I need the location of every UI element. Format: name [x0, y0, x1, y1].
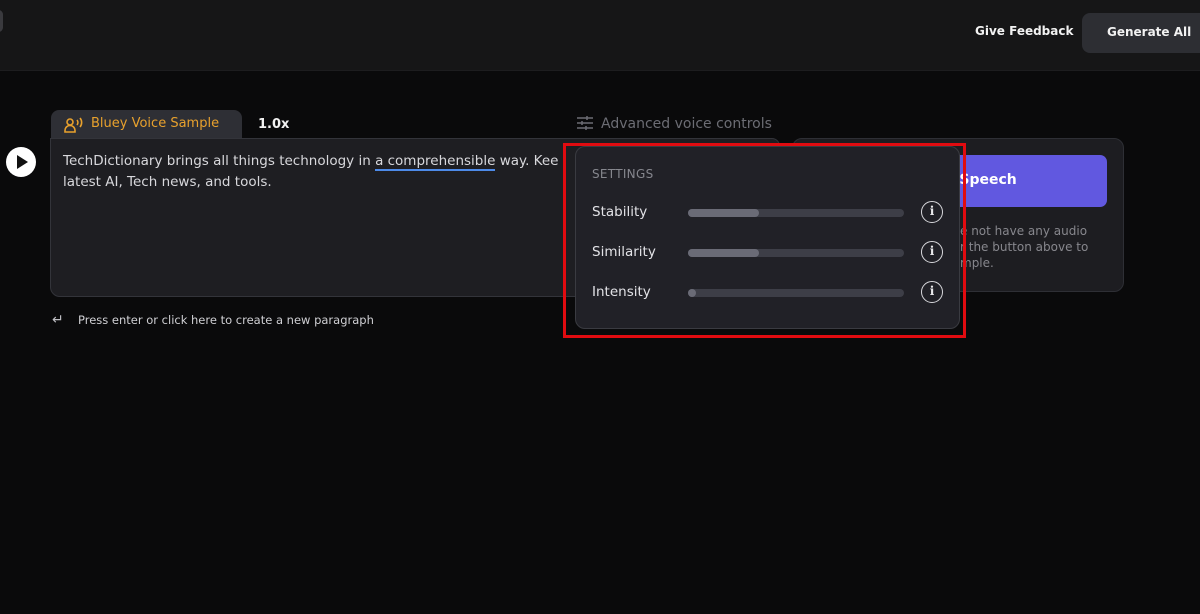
enter-return-icon: ↵ [52, 312, 64, 328]
slider-fill [688, 289, 696, 297]
play-button[interactable] [6, 147, 36, 177]
slider-row-similarity: Similarity i [592, 241, 947, 265]
advanced-voice-controls-toggle[interactable]: Advanced voice controls [577, 116, 772, 132]
give-feedback-button[interactable]: Give Feedback [975, 24, 1073, 38]
slider-label: Stability [592, 204, 648, 220]
voice-selector-tab[interactable]: Bluey Voice Sample [51, 110, 242, 140]
info-icon[interactable]: i [921, 201, 943, 223]
speed-selector[interactable]: 1.0x [258, 117, 289, 132]
voice-name: Bluey Voice Sample [91, 116, 220, 131]
new-paragraph-link[interactable]: ↵ Press enter or click here to create a n… [52, 312, 374, 328]
slider-row-stability: Stability i [592, 201, 947, 225]
info-icon[interactable]: i [921, 241, 943, 263]
window-edge-control[interactable] [0, 10, 3, 32]
info-icon[interactable]: i [921, 281, 943, 303]
paragraph-text-cont: way. Kee [495, 153, 559, 169]
similarity-slider[interactable] [688, 249, 904, 257]
highlighted-phrase: a comprehensible [375, 153, 496, 171]
no-audio-hint: e not have any audio r the button above … [960, 223, 1100, 271]
settings-popover: SETTINGS Stability i Similarity i Intens… [575, 146, 960, 329]
slider-label: Similarity [592, 244, 656, 260]
new-paragraph-hint: Press enter or click here to create a ne… [78, 313, 374, 327]
paragraph-text-line2: latest AI, Tech news, and tools. [63, 174, 272, 190]
paragraph-text: TechDictionary brings all things technol… [63, 153, 376, 169]
hint-line: e not have any audio [960, 224, 1088, 238]
slider-fill [688, 209, 760, 217]
advanced-voice-controls-label: Advanced voice controls [601, 116, 772, 132]
stability-slider[interactable] [688, 209, 904, 217]
slider-label: Intensity [592, 284, 651, 300]
hint-line: r the button above to [960, 240, 1089, 254]
top-bar: Give Feedback Generate All [0, 0, 1200, 71]
voice-speaker-icon [64, 117, 84, 137]
slider-fill [688, 249, 760, 257]
generate-all-button[interactable]: Generate All [1082, 13, 1200, 53]
hint-line: mple. [960, 256, 994, 270]
intensity-slider[interactable] [688, 289, 904, 297]
sliders-icon [577, 116, 593, 130]
slider-row-intensity: Intensity i [592, 281, 947, 305]
settings-title: SETTINGS [592, 167, 654, 181]
